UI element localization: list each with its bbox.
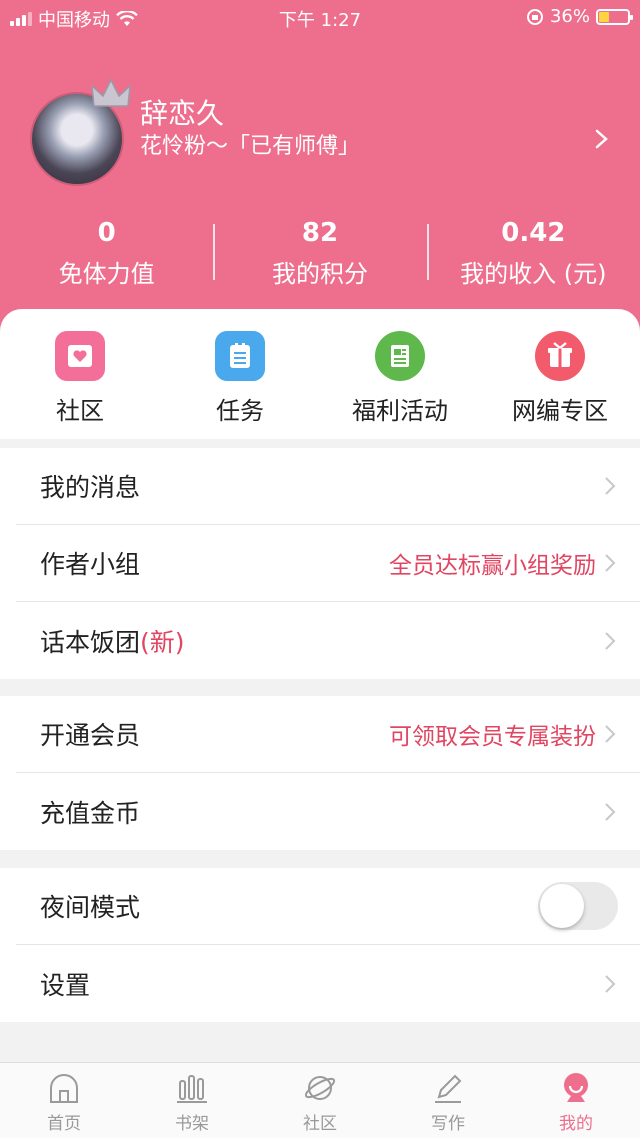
profile-card[interactable]: 辞恋久 花怜粉～「已有师傅」 (30, 78, 620, 190)
stat-label: 免体力值 (58, 260, 155, 288)
menu-group-1: 我的消息 作者小组 全员达标赢小组奖励 话本饭团(新) (0, 448, 640, 679)
stat-points[interactable]: 82 我的积分 (213, 218, 426, 288)
menu-item-label: 我的消息 (40, 473, 141, 502)
tab-community[interactable]: 社区 (256, 1063, 384, 1138)
quick-action-tasks[interactable]: 任务 (160, 309, 320, 439)
menu-item-label: 作者小组 (40, 550, 141, 579)
night-mode-toggle[interactable] (538, 882, 618, 930)
heart-card-icon (55, 331, 105, 381)
menu-item-label: 话本饭团(新) (16, 623, 185, 659)
stat-stamina[interactable]: 0 免体力值 (0, 218, 213, 288)
stat-label: 我的积分 (271, 260, 368, 288)
chevron-right-icon (605, 974, 616, 993)
tab-write[interactable]: 写作 (384, 1063, 512, 1138)
script-group-label: 话本饭团 (40, 627, 141, 657)
profile-header: 中国移动 下午 1:27 36% 辞恋久 花怜粉～「已有师傅」 0 免体力值 8… (0, 0, 640, 345)
chevron-right-icon (605, 725, 616, 743)
planet-icon (304, 1076, 336, 1100)
quick-action-label: 任务 (216, 397, 264, 425)
orientation-lock-icon (526, 8, 543, 25)
stats-bar: 0 免体力值 82 我的积分 0.42 我的收入 (元) (0, 218, 640, 288)
menu-item-vip[interactable]: 开通会员 可领取会员专属装扮 (16, 696, 640, 773)
tab-home[interactable]: 首页 (0, 1063, 128, 1138)
task-list-icon (215, 331, 265, 381)
stat-value: 82 (301, 218, 339, 248)
home-icon (50, 1074, 78, 1103)
menu-item-messages[interactable]: 我的消息 (16, 448, 640, 525)
menu-item-night-mode: 夜间模式 (16, 868, 640, 945)
quick-action-label: 网编专区 (512, 397, 608, 425)
username: 辞恋久 (140, 97, 225, 130)
menu-group-2: 开通会员 可领取会员专属装扮 充值金币 (0, 696, 640, 850)
menu-item-label: 设置 (40, 970, 91, 1000)
chevron-right-icon (605, 477, 616, 495)
menu-item-settings[interactable]: 设置 (16, 945, 640, 1022)
quick-action-editor-zone[interactable]: 网编专区 (480, 309, 640, 439)
tab-mine[interactable]: 我的 (512, 1063, 640, 1138)
author-group-promo: 全员达标赢小组奖励 (389, 553, 596, 579)
tab-bookshelf[interactable]: 书架 (128, 1063, 256, 1138)
quick-action-label: 社区 (56, 397, 104, 425)
chevron-right-icon (605, 631, 616, 650)
tab-label: 我的 (559, 1114, 593, 1134)
menu-item-author-group[interactable]: 作者小组 全员达标赢小组奖励 (16, 525, 640, 602)
tab-label: 社区 (303, 1114, 337, 1134)
profile-icon (564, 1073, 588, 1102)
bottom-tab-bar: 首页 书架 社区 写作 我的 (0, 1062, 640, 1138)
stat-value: 0.42 (501, 218, 566, 248)
document-icon (375, 331, 425, 381)
status-bar: 中国移动 下午 1:27 36% (0, 0, 640, 34)
battery-percent: 36% (549, 6, 590, 27)
menu-item-label: 夜间模式 (40, 893, 141, 922)
toggle-knob (540, 884, 584, 928)
tab-label: 书架 (175, 1114, 209, 1134)
chevron-right-icon (605, 802, 616, 821)
stat-value: 0 (97, 218, 116, 248)
stat-income[interactable]: 0.42 我的收入 (元) (426, 218, 640, 288)
quick-action-community[interactable]: 社区 (0, 309, 160, 439)
pencil-icon (435, 1074, 462, 1103)
menu-item-script-group[interactable]: 话本饭团(新) (16, 602, 640, 679)
vip-promo: 可领取会员专属装扮 (389, 724, 596, 750)
chevron-right-icon[interactable] (594, 128, 610, 150)
menu-item-recharge[interactable]: 充值金币 (16, 773, 640, 850)
gift-icon (535, 331, 585, 381)
menu-group-3: 夜间模式 设置 (0, 868, 640, 1022)
tab-label: 首页 (47, 1114, 81, 1134)
quick-actions: 社区 任务 福利活动 网编专区 (0, 309, 640, 439)
tab-label: 写作 (431, 1114, 465, 1134)
chevron-right-icon (605, 554, 616, 572)
bookshelf-icon (177, 1075, 207, 1103)
user-tag: 花怜粉～「已有师傅」 (140, 134, 361, 159)
crown-icon (91, 78, 131, 107)
menu-item-label: 开通会员 (40, 721, 141, 750)
new-badge: (新) (140, 627, 185, 657)
battery-charging-icon (596, 8, 633, 25)
quick-action-label: 福利活动 (352, 397, 448, 425)
quick-action-benefits[interactable]: 福利活动 (320, 309, 480, 439)
stat-label: 我的收入 (元) (460, 260, 607, 288)
menu-item-label: 充值金币 (40, 798, 141, 828)
